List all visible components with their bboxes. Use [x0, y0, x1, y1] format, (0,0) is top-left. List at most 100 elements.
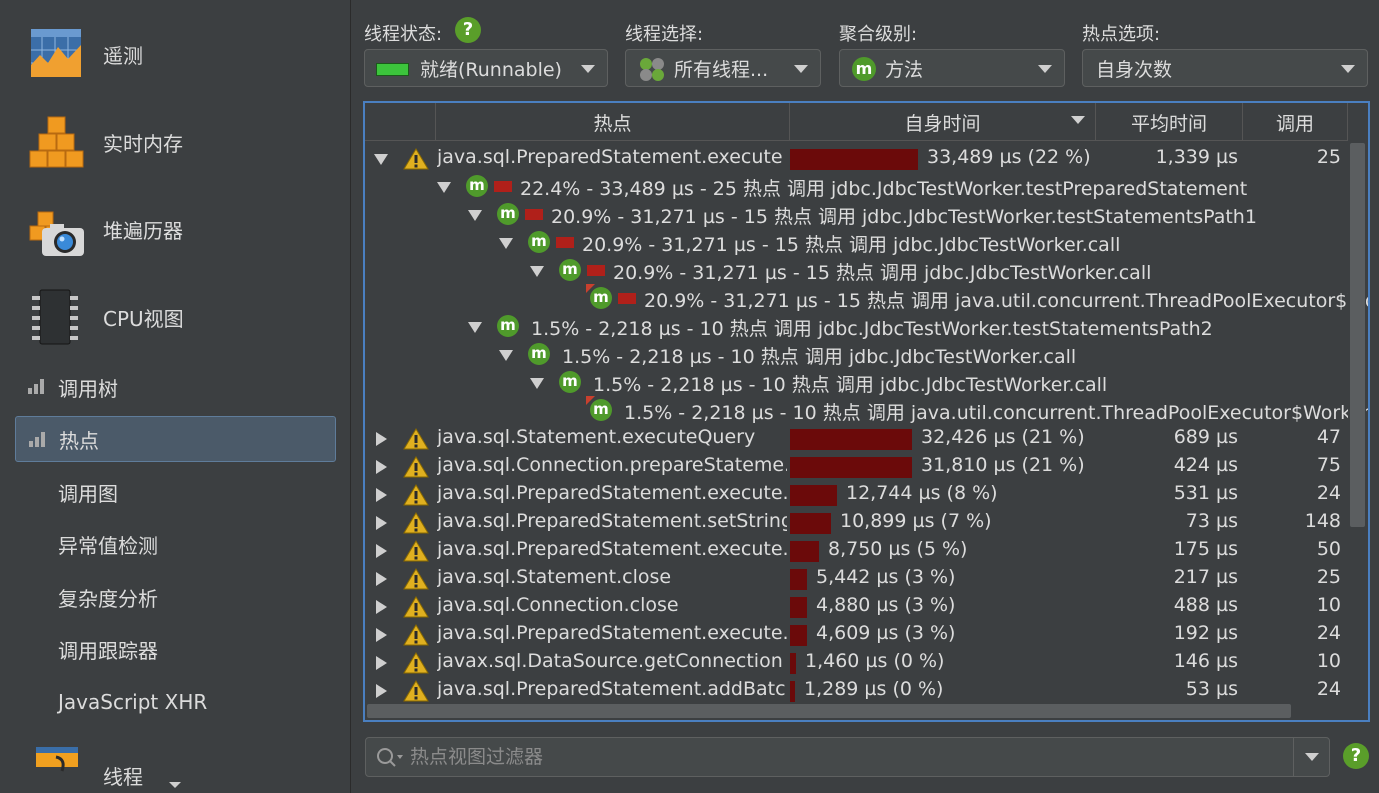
- calls-value: 24: [1316, 482, 1341, 504]
- vertical-scrollbar-thumb[interactable]: [1350, 143, 1365, 527]
- table-row[interactable]: java.sql.PreparedStatement.execute... 4,6…: [365, 621, 1348, 649]
- hotspot-filter-box[interactable]: [365, 737, 1330, 777]
- call-path-text: 20.9% - 31,271 µs - 15 热点 调用 jdbc.JdbcTe…: [613, 262, 1152, 284]
- collapse-icon[interactable]: [468, 322, 482, 333]
- method-icon: m: [466, 175, 488, 197]
- help-icon[interactable]: ?: [455, 17, 481, 43]
- table-row[interactable]: java.sql.PreparedStatement.execute... 12,…: [365, 481, 1348, 509]
- filter-history-dropdown[interactable]: [1293, 738, 1329, 776]
- column-header-tree[interactable]: [365, 103, 436, 141]
- table-row[interactable]: java.sql.PreparedStatement.execute... 8,7…: [365, 537, 1348, 565]
- collapse-icon[interactable]: [374, 154, 388, 165]
- self-time-bar: [790, 513, 831, 534]
- hotspot-options-dropdown[interactable]: 自身次数: [1082, 49, 1368, 87]
- table-row[interactable]: java.sql.Statement.executeQuery 32,426 µs…: [365, 425, 1348, 453]
- self-time-bar: [790, 429, 912, 450]
- sidebar-item-complexity-analysis[interactable]: 复杂度分析: [15, 574, 336, 620]
- table-row[interactable]: java.sql.PreparedStatement.execute 33,489…: [365, 145, 1348, 173]
- help-icon[interactable]: ?: [1343, 743, 1369, 769]
- calls-value: 75: [1316, 454, 1341, 476]
- expand-icon[interactable]: [376, 516, 387, 530]
- sidebar-more-chevron-icon[interactable]: [169, 782, 181, 788]
- expand-icon[interactable]: [376, 628, 387, 642]
- sidebar-item-label: 线程: [103, 765, 143, 789]
- expand-icon[interactable]: [376, 432, 387, 446]
- sidebar-item-call-tree[interactable]: 调用树: [15, 364, 336, 410]
- self-time-bar: [790, 541, 819, 562]
- column-header-average-time[interactable]: 平均时间: [1096, 103, 1243, 141]
- warning-icon: [403, 568, 429, 590]
- column-header-hotspot[interactable]: 热点: [436, 103, 790, 141]
- collapse-icon[interactable]: [499, 350, 513, 361]
- collapse-icon[interactable]: [437, 182, 451, 193]
- collapse-icon[interactable]: [468, 210, 482, 221]
- call-path-row[interactable]: m 1.5% - 2,218 µs - 10 热点 调用 jdbc.JdbcTes…: [365, 369, 1348, 397]
- call-path-row[interactable]: m 20.9% - 31,271 µs - 15 热点 调用 jdbc.JdbcT…: [365, 201, 1348, 229]
- call-path-row[interactable]: m 22.4% - 33,489 µs - 25 热点 调用 jdbc.JdbcT…: [365, 173, 1348, 201]
- percentage-bar: [556, 237, 574, 248]
- sidebar-item-call-graph[interactable]: 调用图: [15, 469, 336, 515]
- expand-icon[interactable]: [376, 572, 387, 586]
- sidebar-item-heap-walker[interactable]: 堆遍历器: [0, 189, 350, 269]
- method-icon: m: [497, 315, 519, 337]
- call-path-row[interactable]: m 20.9% - 31,271 µs - 15 热点 调用 java.util.…: [365, 284, 1368, 313]
- table-row[interactable]: java.sql.Connection.close 4,880 µs (3 %) 4…: [365, 593, 1348, 621]
- warning-icon: [403, 652, 429, 674]
- table-row[interactable]: java.sql.PreparedStatement.setString 10,8…: [365, 509, 1348, 537]
- calls-value: 25: [1316, 566, 1341, 588]
- sidebar-item-cpu-views[interactable]: CPU视图: [0, 277, 350, 357]
- call-path-row[interactable]: m 20.9% - 31,271 µs - 15 热点 调用 jdbc.JdbcT…: [365, 229, 1348, 257]
- percentage-bar: [587, 265, 605, 276]
- collapse-icon[interactable]: [530, 266, 544, 277]
- average-time-value: 217 µs: [1173, 566, 1238, 588]
- collapse-icon[interactable]: [530, 378, 544, 389]
- column-header-calls[interactable]: 调用: [1243, 103, 1348, 141]
- horizontal-scrollbar-thumb[interactable]: [367, 704, 1291, 718]
- sidebar-item-telemetry[interactable]: 遥测: [0, 14, 350, 94]
- collapse-icon[interactable]: [499, 238, 513, 249]
- hotspots-table[interactable]: 热点 自身时间 平均时间 调用 java.sql.PreparedStateme…: [363, 101, 1370, 722]
- method-icon: m: [497, 203, 519, 225]
- average-time-value: 531 µs: [1173, 482, 1238, 504]
- average-time-value: 73 µs: [1185, 510, 1238, 532]
- table-row[interactable]: java.sql.Statement.close 5,442 µs (3 %) 21…: [365, 565, 1348, 593]
- sidebar-item-label: 复杂度分析: [58, 586, 158, 611]
- call-path-row[interactable]: m 1.5% - 2,218 µs - 10 热点 调用 jdbc.JdbcTes…: [365, 313, 1348, 341]
- self-time-bar: [790, 569, 807, 590]
- sidebar-item-call-tracer[interactable]: 调用跟踪器: [15, 626, 336, 672]
- table-row[interactable]: java.sql.PreparedStatement.addBatch 1,289…: [365, 677, 1348, 705]
- self-time-bar: [790, 653, 796, 674]
- filter-input[interactable]: [410, 745, 1290, 769]
- thread-select-dropdown[interactable]: 所有线程...: [625, 49, 821, 87]
- call-path-row[interactable]: m 1.5% - 2,218 µs - 10 热点 调用 java.util.co…: [365, 396, 1368, 425]
- sidebar-item-outlier-detection[interactable]: 异常值检测: [15, 521, 336, 567]
- expand-icon[interactable]: [376, 460, 387, 474]
- column-header-self-time[interactable]: 自身时间: [790, 103, 1096, 141]
- expand-icon[interactable]: [376, 544, 387, 558]
- table-row[interactable]: javax.sql.DataSource.getConnection 1,460 …: [365, 649, 1348, 677]
- vertical-scrollbar[interactable]: [1348, 141, 1366, 701]
- hotspot-method-name: java.sql.Connection.close: [437, 594, 679, 616]
- sidebar-item-live-memory[interactable]: 实时内存: [0, 102, 350, 182]
- method-icon: m: [852, 57, 876, 81]
- horizontal-scrollbar[interactable]: [365, 702, 1368, 720]
- expand-icon[interactable]: [376, 488, 387, 502]
- telemetry-icon: [31, 29, 81, 77]
- expand-icon[interactable]: [376, 684, 387, 698]
- chevron-down-icon: [1305, 753, 1319, 761]
- call-path-row[interactable]: m 20.9% - 31,271 µs - 15 热点 调用 jdbc.JdbcT…: [365, 257, 1348, 285]
- average-time-value: 1,339 µs: [1155, 146, 1238, 168]
- thread-state-value: 就绪(Runnable): [420, 58, 562, 81]
- sidebar-item-hot-spots[interactable]: 热点: [15, 416, 336, 462]
- aggregation-dropdown[interactable]: m 方法: [839, 49, 1065, 87]
- call-path-text: 1.5% - 2,218 µs - 10 热点 调用 jdbc.JdbcTest…: [562, 346, 1077, 368]
- call-path-text: 22.4% - 33,489 µs - 25 热点 调用 jdbc.JdbcTe…: [520, 178, 1248, 200]
- table-row[interactable]: java.sql.Connection.prepareStateme... 31,…: [365, 453, 1348, 481]
- sidebar-item-javascript-xhr[interactable]: JavaScript XHR: [15, 679, 336, 725]
- call-path-row[interactable]: m 1.5% - 2,218 µs - 10 热点 调用 jdbc.JdbcTes…: [365, 341, 1348, 369]
- expand-icon[interactable]: [376, 656, 387, 670]
- thread-state-dropdown[interactable]: 就绪(Runnable): [364, 49, 608, 87]
- expand-icon[interactable]: [376, 600, 387, 614]
- calls-value: 25: [1316, 146, 1341, 168]
- call-path-text: 20.9% - 31,271 µs - 15 热点 调用 jdbc.JdbcTe…: [582, 234, 1121, 256]
